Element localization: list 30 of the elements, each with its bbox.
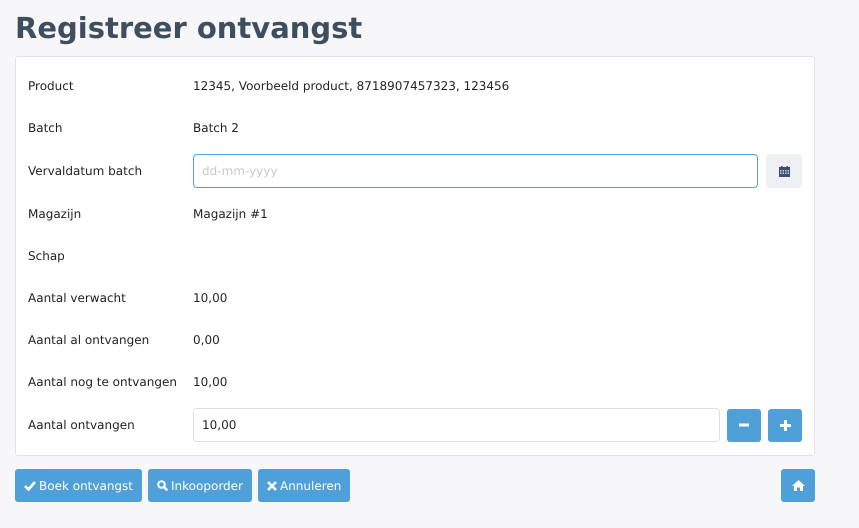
action-button[interactable]: Inkooporder bbox=[148, 469, 252, 502]
field-label: Vervaldatum batch bbox=[28, 164, 144, 178]
field-label: Aantal nog te ontvangen bbox=[28, 375, 178, 389]
field-label: Aantal al ontvangen bbox=[28, 333, 150, 347]
field-value: Magazijn #1 bbox=[193, 207, 269, 221]
field-value: 10,00 bbox=[193, 291, 228, 305]
field-value: 10,00 bbox=[193, 375, 228, 389]
field-value: 12345, Voorbeeld product, 8718907457323, 123456 bbox=[193, 79, 510, 93]
page-title: Registreer ontvangst bbox=[15, 10, 364, 47]
calendar-icon bbox=[778, 166, 790, 176]
field-value: Batch 2 bbox=[193, 121, 240, 135]
field-label: Aantal ontvangen bbox=[28, 418, 136, 432]
action-button[interactable]: Boek ontvangst bbox=[15, 469, 142, 502]
home-icon bbox=[792, 480, 804, 491]
field-label: Magazijn bbox=[28, 207, 82, 221]
search-icon bbox=[157, 480, 168, 491]
field-label: Batch bbox=[28, 121, 64, 135]
field-label: Aantal verwacht bbox=[28, 291, 127, 305]
field-value: 0,00 bbox=[193, 333, 221, 347]
action-button[interactable]: Annuleren bbox=[258, 469, 350, 502]
decrease-button[interactable] bbox=[727, 408, 761, 442]
home-button[interactable] bbox=[781, 469, 815, 502]
calendar-button[interactable] bbox=[766, 154, 802, 188]
increase-button[interactable] bbox=[768, 408, 802, 442]
plus-icon bbox=[780, 420, 790, 430]
field-label: Schap bbox=[28, 249, 66, 263]
quantity-field[interactable]: 10,00 bbox=[193, 408, 720, 442]
close-icon bbox=[266, 480, 277, 490]
check-icon bbox=[24, 480, 36, 491]
field-label: Product bbox=[28, 79, 75, 93]
